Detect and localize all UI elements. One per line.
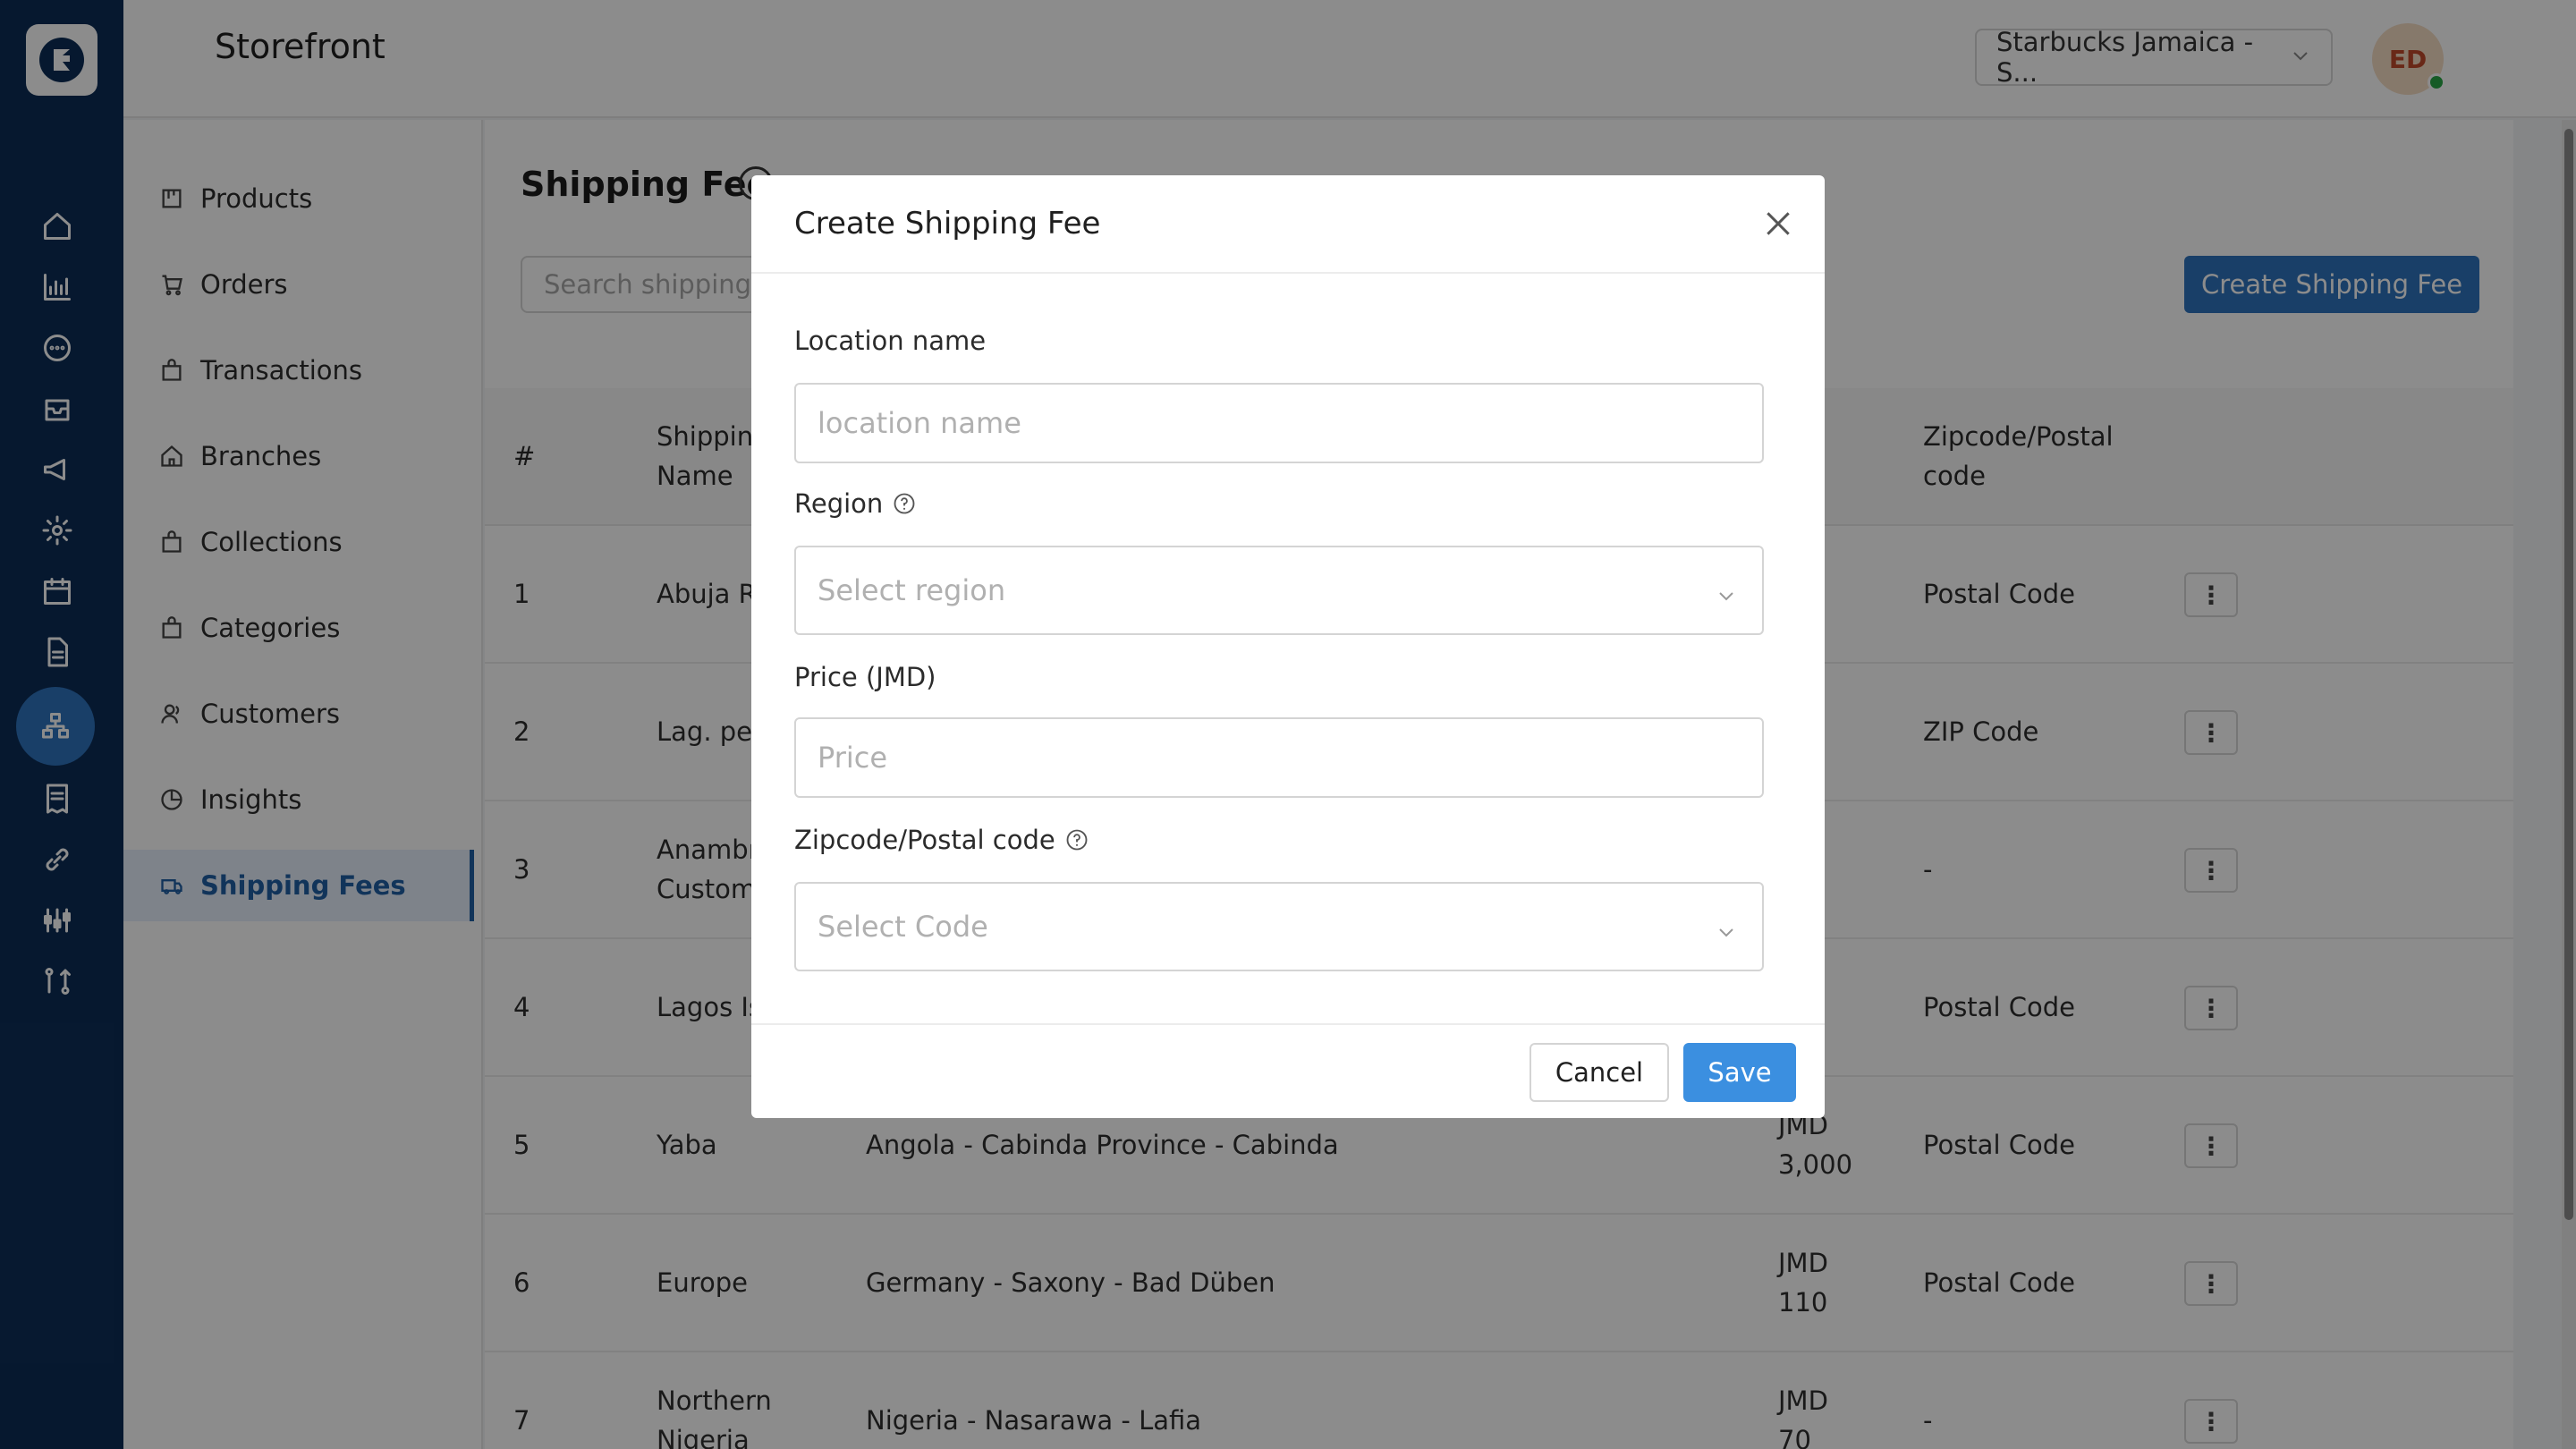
location-name-label-text: Location name <box>794 326 987 356</box>
help-icon[interactable] <box>1064 827 1089 852</box>
modal-header: Create Shipping Fee <box>751 175 1825 274</box>
location-name-label: Location name <box>794 326 986 356</box>
postal-code-select[interactable]: Select Code <box>794 882 1764 971</box>
postal-code-label-text: Zipcode/Postal code <box>794 825 1055 855</box>
region-select-placeholder: Select region <box>818 573 1006 607</box>
modal-title: Create Shipping Fee <box>794 206 1101 242</box>
close-icon[interactable] <box>1760 206 1796 242</box>
chevron-down-icon <box>1716 580 1737 614</box>
region-label-text: Region <box>794 488 884 519</box>
postal-code-label: Zipcode/Postal code <box>794 825 1089 855</box>
region-label: Region <box>794 488 917 519</box>
help-icon[interactable] <box>892 491 917 516</box>
price-input[interactable]: Price <box>794 717 1764 798</box>
save-button[interactable]: Save <box>1683 1043 1796 1102</box>
chevron-down-icon <box>1716 916 1737 950</box>
create-shipping-fee-modal: Create Shipping Fee Location name locati… <box>751 175 1825 1118</box>
postal-code-select-placeholder: Select Code <box>818 910 988 944</box>
region-select[interactable]: Select region <box>794 546 1764 635</box>
cancel-button[interactable]: Cancel <box>1530 1043 1669 1102</box>
modal-footer: Cancel Save <box>751 1023 1825 1118</box>
price-label: Price (JMD) <box>794 662 936 692</box>
location-name-input[interactable]: location name <box>794 383 1764 463</box>
price-label-text: Price (JMD) <box>794 662 936 692</box>
